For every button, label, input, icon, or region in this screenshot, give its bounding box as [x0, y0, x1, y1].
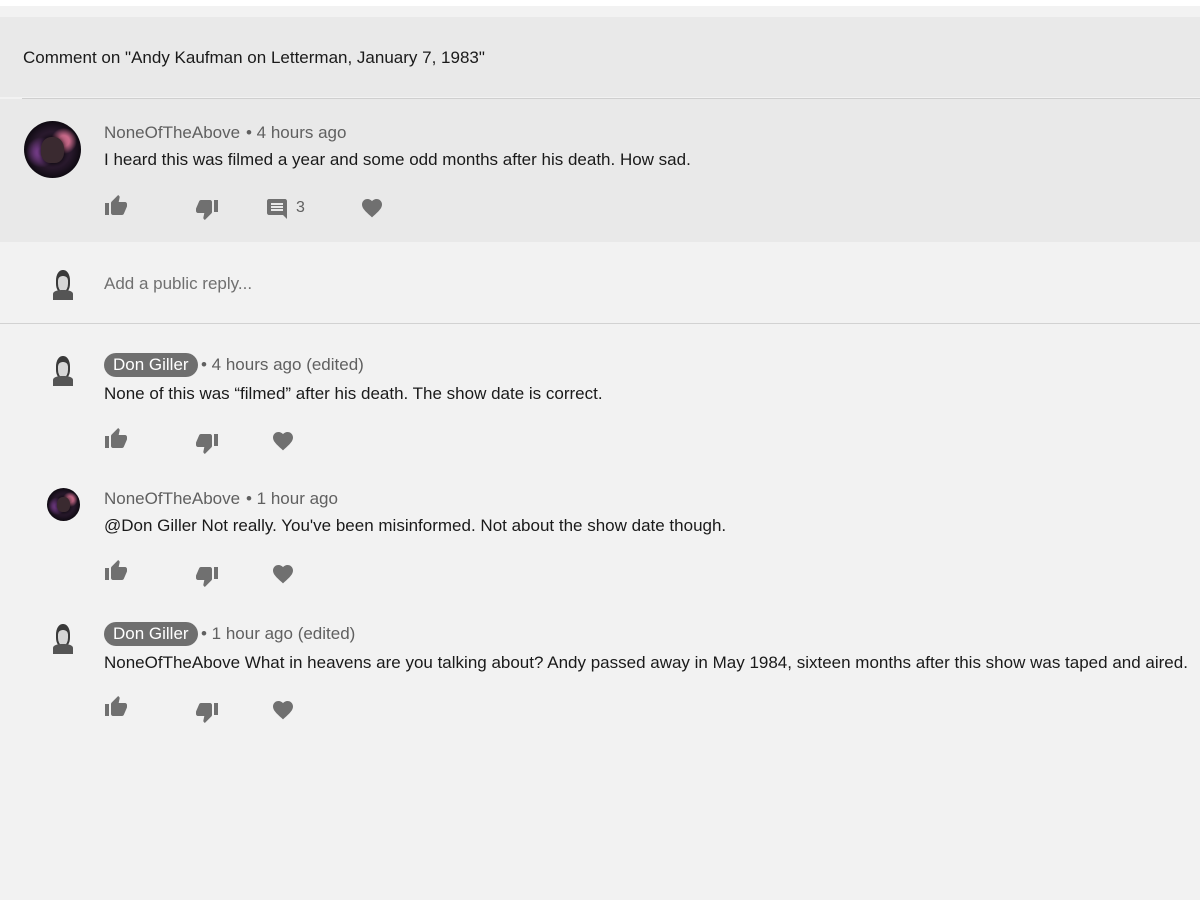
comment-timestamp: • 4 hours ago [246, 123, 347, 142]
heart-icon [360, 196, 384, 220]
heart-button[interactable] [271, 698, 295, 722]
user-avatar [50, 267, 76, 300]
heart-icon [271, 698, 295, 722]
reply-text: NoneOfTheAbove What in heavens are you t… [104, 653, 1188, 672]
comment-text: I heard this was filmed a year and some … [104, 150, 691, 169]
main-comment [0, 99, 1200, 242]
avatar[interactable] [50, 353, 76, 386]
reply-timestamp: • 1 hour ago (edited) [201, 624, 356, 643]
avatar[interactable] [47, 488, 80, 521]
reply-timestamp: • 4 hours ago (edited) [201, 355, 364, 374]
top-strip [0, 0, 1200, 6]
comment-header: Comment on "Andy Kaufman on Letterman, J… [0, 17, 1200, 97]
heart-icon [271, 429, 295, 453]
page-title: Comment on "Andy Kaufman on Letterman, J… [23, 48, 485, 67]
thumb-down-icon [195, 431, 219, 455]
thumb-up-icon [104, 695, 128, 719]
reply-author[interactable]: NoneOfTheAbove [104, 489, 240, 509]
thumb-up-icon [104, 194, 128, 218]
reply-divider [0, 323, 1200, 324]
thumb-down-icon [195, 197, 219, 221]
dislike-button[interactable] [195, 700, 219, 724]
author-badge[interactable]: Don Giller [104, 622, 198, 646]
thumb-up-icon [104, 559, 128, 583]
thumb-down-icon [195, 564, 219, 588]
thumb-down-icon [195, 700, 219, 724]
like-button[interactable] [104, 194, 128, 218]
heart-button[interactable] [360, 196, 384, 220]
heart-button[interactable] [271, 562, 295, 586]
author-badge[interactable]: Don Giller [104, 353, 198, 377]
like-button[interactable] [104, 559, 128, 583]
dislike-button[interactable] [195, 197, 219, 221]
like-button[interactable] [104, 427, 128, 451]
comment-icon [265, 197, 289, 221]
heart-button[interactable] [271, 429, 295, 453]
avatar[interactable] [50, 621, 76, 654]
reply-text: @Don Giller Not really. You've been misi… [104, 516, 727, 535]
heart-icon [271, 562, 295, 586]
reply-input[interactable]: Add a public reply... [104, 274, 252, 294]
reply-count: 3 [296, 199, 305, 216]
reply-timestamp: • 1 hour ago [246, 489, 338, 508]
dislike-button[interactable] [195, 564, 219, 588]
thumb-up-icon [104, 427, 128, 451]
like-button[interactable] [104, 695, 128, 719]
avatar[interactable] [24, 121, 81, 178]
comment-author[interactable]: NoneOfTheAbove [104, 123, 240, 143]
reply-text: None of this was “filmed” after his deat… [104, 384, 603, 403]
reply-button[interactable] [265, 197, 289, 221]
dislike-button[interactable] [195, 431, 219, 455]
